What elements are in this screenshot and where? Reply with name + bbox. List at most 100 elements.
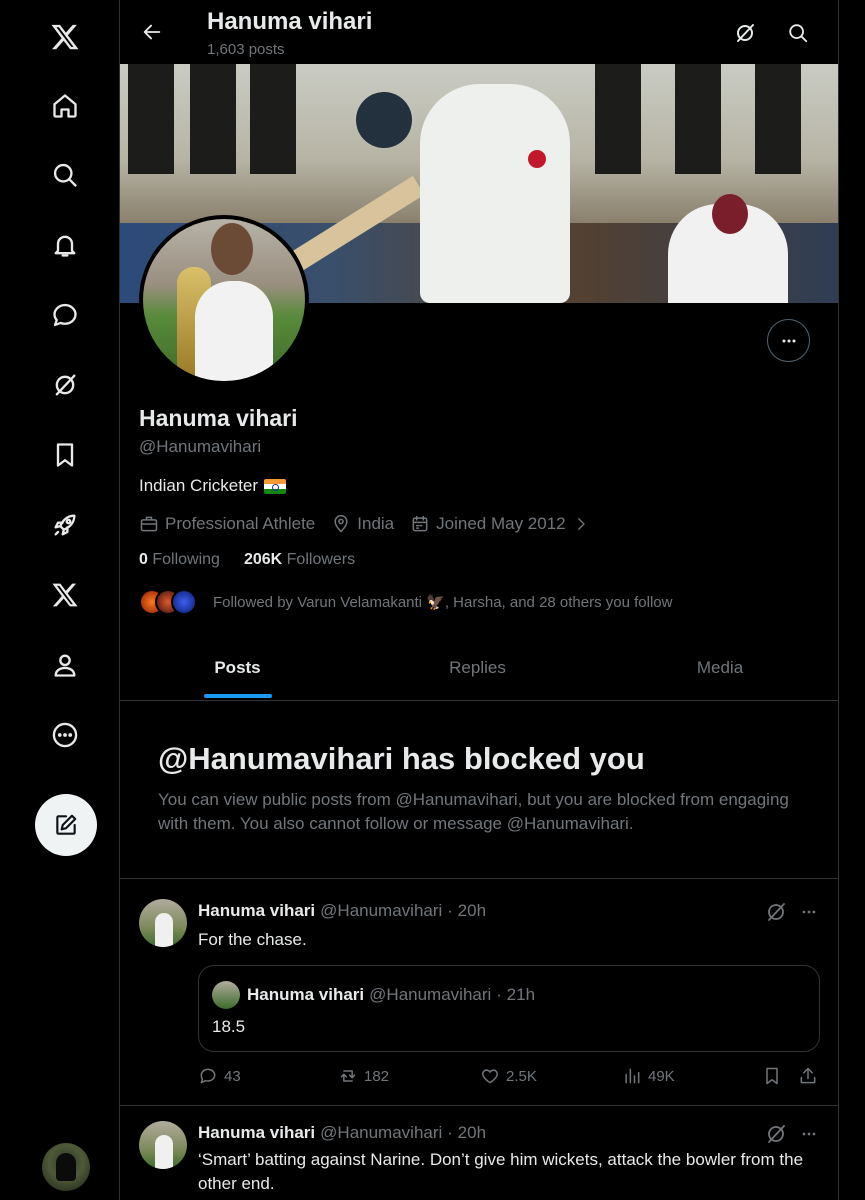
tab-replies[interactable]: Replies [355,636,600,700]
follow-counts: 0 Following 206K Followers [139,551,355,569]
profile-more-button[interactable] [767,319,810,362]
followers-count: 206K [243,551,283,568]
post-more-button[interactable] [797,900,821,924]
heart-icon [482,1069,498,1084]
post-author-name[interactable]: Hanuma vihari [198,1123,315,1143]
profile-bio: Indian Cricketer [139,476,287,496]
location-label: India [357,514,395,533]
ellipsis-icon [782,339,795,342]
banner-decoration [675,64,721,174]
banner-decoration [528,150,546,168]
post-count: 1,603 posts [207,41,285,58]
quote-avatar [212,981,240,1009]
india-flag-icon [264,478,287,494]
profile-meta: Professional Athlete India Joined May 20… [139,514,606,534]
following-count: 0 [139,551,148,568]
x-logo-icon[interactable] [43,15,87,59]
post-more-button[interactable] [797,1122,821,1146]
bookmarks-icon[interactable] [43,433,87,477]
calendar-icon [412,515,428,532]
banner-decoration [755,64,801,174]
follower-avatar [171,589,197,615]
post[interactable]: Hanuma vihari @Hanumavihari · 20h ‘Smart… [120,1106,838,1200]
following-link[interactable]: 0 Following [139,551,220,569]
post-actions: 43 182 2.5K 49K [198,1066,822,1090]
ellipsis-icon [802,1132,816,1136]
category-label: Professional Athlete [165,514,316,533]
post-grok-button[interactable] [764,1122,788,1146]
more-icon[interactable] [43,713,87,757]
grok-icon [768,1125,785,1143]
reply-count: 43 [224,1067,241,1085]
post-time[interactable]: · 20h [447,1123,486,1143]
profile-icon[interactable] [43,643,87,687]
bio-text: Indian Cricketer [139,476,259,495]
home-icon[interactable] [43,84,87,128]
quote-text: 18.5 [212,1017,246,1036]
profile-joined[interactable]: Joined May 2012 [410,514,589,534]
followed-by-text: Followed by Varun Velamakanti 🦅, Harsha,… [213,594,673,611]
view-count: 49K [648,1067,675,1085]
grok-icon [737,24,754,42]
post-author-handle: @Hanumavihari [320,901,443,920]
post-header: Hanuma vihari @Hanumavihari · 20h [198,1123,486,1143]
repost-button[interactable]: 182 [338,1066,389,1086]
arrow-left-icon [143,24,161,40]
followed-by[interactable]: Followed by Varun Velamakanti 🦅, Harsha,… [139,589,672,615]
compose-button[interactable] [35,794,97,856]
repost-count: 182 [364,1067,390,1085]
bookmark-icon [766,1067,778,1085]
rocket-icon[interactable] [43,503,87,547]
quote-header: Hanuma vihari @Hanumavihari · 21h [247,985,535,1005]
search-icon[interactable] [43,153,87,197]
ellipsis-icon [802,910,816,914]
profile-header-bar: Hanuma vihari 1,603 posts [120,0,838,64]
premium-x-icon[interactable] [43,573,87,617]
like-button[interactable]: 2.5K [480,1066,537,1086]
quoted-post[interactable]: Hanuma vihari @Hanumavihari · 21h 18.5 [198,965,820,1052]
post-time[interactable]: · 20h [447,901,486,921]
messages-icon[interactable] [43,293,87,337]
bookmark-button[interactable] [762,1066,782,1086]
post-text: ‘Smart’ batting against Narine. Don’t gi… [198,1150,804,1193]
banner-decoration [420,84,570,303]
grok-icon [768,903,785,921]
search-button[interactable] [782,17,814,49]
reply-button[interactable]: 43 [198,1066,241,1086]
avatar-decoration [195,281,273,381]
reply-icon [200,1068,216,1084]
avatar-decoration [211,223,253,275]
post-text: For the chase. [198,930,307,949]
views-button[interactable]: 49K [622,1066,675,1086]
share-icon [800,1067,816,1084]
quote-time: · 21h [496,985,536,1004]
banner-decoration [128,64,174,174]
followers-link[interactable]: 206K Followers [244,551,355,569]
grok-icon[interactable] [43,363,87,407]
account-avatar[interactable] [42,1143,90,1191]
profile-category: Professional Athlete [139,514,315,534]
post-avatar[interactable] [139,1121,187,1169]
back-button[interactable] [136,16,168,48]
post-avatar[interactable] [139,899,187,947]
joined-label: Joined May 2012 [436,514,566,533]
profile-tabs: Posts Replies Media [120,636,838,701]
notifications-icon[interactable] [43,223,87,267]
following-label: Following [152,551,220,568]
post-author-name[interactable]: Hanuma vihari [198,901,315,921]
share-button[interactable] [798,1066,818,1086]
post[interactable]: Hanuma vihari @Hanumavihari · 20h For th… [120,880,838,1106]
tab-posts[interactable]: Posts [120,636,355,700]
briefcase-icon [140,516,158,532]
followers-label: Followers [286,551,356,568]
profile-location: India [331,514,394,534]
post-grok-button[interactable] [764,900,788,924]
page-title: Hanuma vihari [207,8,373,35]
profile-avatar[interactable] [139,215,309,385]
blocked-notice: @Hanumavihari has blocked you You can vi… [120,701,838,879]
grok-button[interactable] [729,17,761,49]
tab-media[interactable]: Media [600,636,838,700]
post-author-handle: @Hanumavihari [320,1123,443,1142]
compose-icon [56,814,77,835]
main-column: Hanuma vihari 1,603 posts Hanuma vihari … [119,0,839,1200]
